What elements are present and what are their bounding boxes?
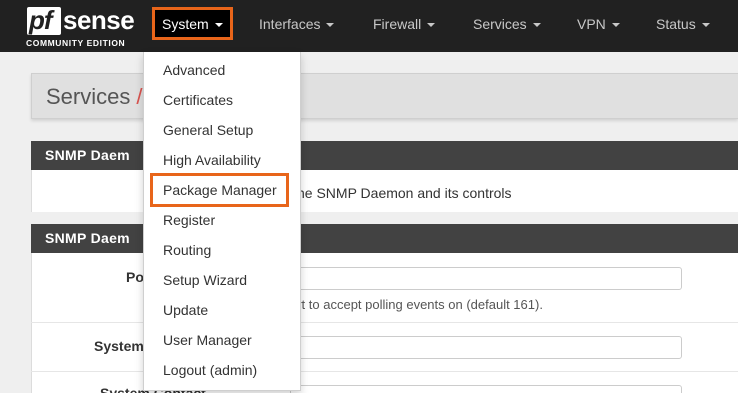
menu-item-advanced[interactable]: Advanced (144, 55, 300, 85)
menu-item-high-availability[interactable]: High Availability (144, 145, 300, 175)
polling-port-label: Po (126, 269, 144, 285)
panel-description: he SNMP Daemon and its controls (297, 185, 512, 201)
caret-down-icon (701, 23, 710, 28)
menu-item-logout[interactable]: Logout (admin) (144, 355, 300, 385)
caret-down-icon (427, 23, 436, 28)
logo-sense-text: sense (63, 5, 135, 35)
breadcrumb: Services / (31, 73, 738, 119)
panel-heading-snmp-daemon: SNMP Daem (31, 141, 738, 170)
page: pf sense COMMUNITY EDITION System Interf… (0, 0, 738, 393)
nav-status[interactable]: Status (656, 0, 710, 52)
nav-firewall[interactable]: Firewall (373, 0, 436, 52)
menu-item-general-setup[interactable]: General Setup (144, 115, 300, 145)
nav-system-label: System (162, 16, 209, 32)
nav-status-label: Status (656, 16, 696, 32)
menu-item-package-manager[interactable]: Package Manager (144, 175, 300, 205)
logo-edition-text: COMMUNITY EDITION (26, 38, 126, 48)
nav-interfaces-label: Interfaces (259, 16, 321, 32)
caret-down-icon (214, 23, 223, 28)
system-location-input[interactable] (290, 336, 682, 359)
polling-port-input[interactable] (290, 267, 682, 290)
menu-item-update[interactable]: Update (144, 295, 300, 325)
polling-port-help: ort to accept polling events on (default… (290, 297, 543, 312)
row-divider (31, 371, 738, 372)
caret-down-icon (611, 23, 620, 28)
nav-interfaces[interactable]: Interfaces (259, 0, 335, 52)
menu-item-routing[interactable]: Routing (144, 235, 300, 265)
system-location-label: System (94, 338, 144, 354)
caret-down-icon (326, 23, 335, 28)
nav-firewall-label: Firewall (373, 16, 422, 32)
menu-item-register[interactable]: Register (144, 205, 300, 235)
nav-services[interactable]: Services (473, 0, 541, 52)
logo-pf-text: pf (29, 5, 53, 35)
system-dropdown-menu: Advanced Certificates General Setup High… (143, 52, 301, 391)
menu-item-user-manager[interactable]: User Manager (144, 325, 300, 355)
page-title: Services / (46, 84, 142, 110)
nav-vpn-label: VPN (577, 16, 606, 32)
pfsense-logo[interactable]: pf sense COMMUNITY EDITION (25, 5, 137, 48)
nav-system[interactable]: System (152, 7, 233, 40)
navbar: pf sense COMMUNITY EDITION System Interf… (0, 0, 738, 52)
nav-services-label: Services (473, 16, 527, 32)
nav-vpn[interactable]: VPN (577, 0, 620, 52)
row-divider (31, 322, 738, 323)
system-contact-input[interactable] (290, 385, 682, 393)
breadcrumb-services[interactable]: Services (46, 84, 130, 109)
caret-down-icon (532, 23, 541, 28)
panel-heading-snmp-settings: SNMP Daem (31, 224, 738, 253)
breadcrumb-separator: / (136, 84, 143, 109)
menu-item-setup-wizard[interactable]: Setup Wizard (144, 265, 300, 295)
menu-item-certificates[interactable]: Certificates (144, 85, 300, 115)
